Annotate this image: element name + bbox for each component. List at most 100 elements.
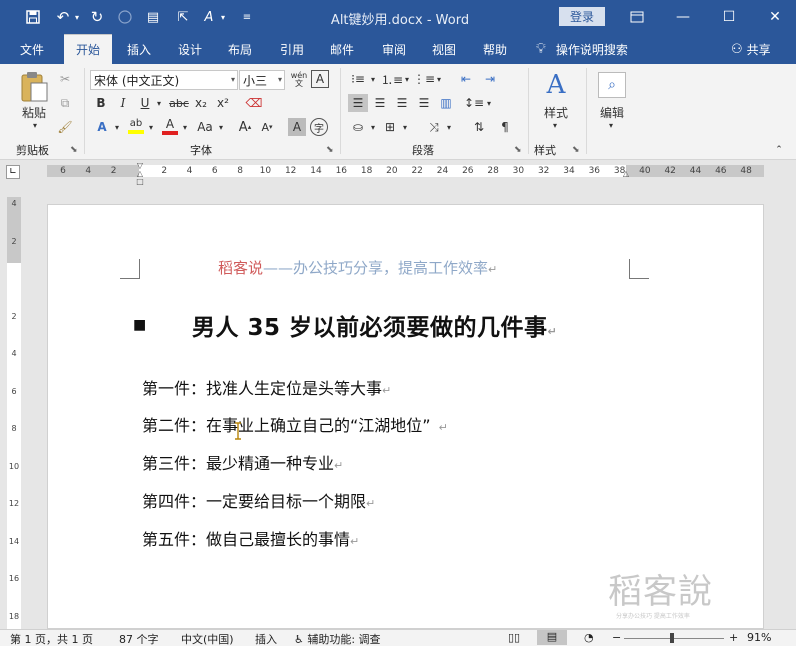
shrink-font-icon[interactable]: A ▾	[258, 118, 276, 136]
dropdown-icon[interactable]: ▾	[484, 94, 494, 112]
collapse-ribbon-icon[interactable]: ⌃	[772, 144, 786, 156]
text-effects-icon[interactable]: A	[92, 118, 112, 136]
bullets-icon[interactable]: ⁝≡	[348, 70, 368, 88]
line-spacing-icon[interactable]: ↕≡	[464, 94, 484, 112]
enclose-character-icon[interactable]: 字	[310, 118, 328, 136]
read-mode-icon[interactable]: ▯▯	[508, 631, 520, 644]
dropdown-icon[interactable]: ▾	[400, 118, 410, 136]
editing-button-label[interactable]: 编辑	[592, 104, 632, 120]
paste-label[interactable]: 粘贴	[14, 104, 54, 120]
tell-me-search[interactable]: 💡︎ 操作说明搜索	[536, 34, 628, 64]
styles-launcher-icon[interactable]: ⬊	[572, 145, 580, 155]
document-heading[interactable]: 男人 35 岁以前必须要做的几件事↵	[192, 308, 557, 342]
decrease-indent-icon[interactable]: ⇤	[456, 70, 476, 88]
login-button[interactable]: 登录	[559, 7, 605, 26]
tab-home[interactable]: 开始	[64, 34, 112, 64]
font-size-combo[interactable]: 小三 ▾	[239, 70, 285, 90]
redo-icon[interactable]: ↻	[86, 6, 108, 28]
zoom-slider-thumb[interactable]	[670, 633, 674, 643]
tab-view[interactable]: 视图	[420, 34, 468, 64]
tab-review[interactable]: 审阅	[370, 34, 418, 64]
page-header[interactable]: 稻客说——办公技巧分享，提高工作效率↵	[218, 257, 497, 278]
subscript-button[interactable]: x₂	[192, 94, 210, 112]
find-icon[interactable]: ⌕	[598, 72, 626, 98]
text-style-icon[interactable]: A	[198, 6, 220, 28]
word-count[interactable]: 87 个字	[119, 631, 159, 646]
vertical-ruler[interactable]: 4 2 2 4 6 8 10 12 14 16 18	[7, 197, 21, 629]
distributed-icon[interactable]: ▥	[436, 94, 456, 112]
list-item[interactable]: 第三件：最少精通一种专业↵	[142, 450, 343, 474]
paragraph-launcher-icon[interactable]: ⬊	[514, 145, 522, 155]
zoom-out-icon[interactable]: −	[612, 631, 621, 644]
dropdown-icon[interactable]: ▾	[216, 118, 226, 136]
highlight-icon[interactable]: ab	[126, 116, 146, 136]
language-indicator[interactable]: 中文(中国)	[181, 631, 234, 646]
clear-formatting-icon[interactable]: ⌫	[244, 94, 264, 112]
selection-icon[interactable]: ⇱	[172, 6, 194, 28]
multilevel-list-icon[interactable]: ⋮≡	[413, 70, 435, 88]
styles-button-label[interactable]: 样式	[536, 104, 576, 120]
print-layout-icon[interactable]: ▤	[537, 630, 567, 645]
borders-icon[interactable]: ⊞	[380, 118, 400, 136]
right-indent-marker-icon[interactable]: △	[621, 166, 631, 180]
font-color-icon[interactable]: A	[160, 116, 180, 136]
minimize-icon[interactable]: —	[668, 6, 698, 28]
character-border-icon[interactable]: A	[311, 70, 329, 88]
align-left-icon[interactable]: ☰	[348, 94, 368, 112]
change-case-button[interactable]: Aa	[194, 118, 216, 136]
paste-icon[interactable]	[16, 70, 52, 104]
numbering-icon[interactable]: ⒈≡	[381, 70, 403, 88]
dropdown-icon[interactable]: ▾	[180, 118, 190, 136]
copy-icon[interactable]: ⧉	[56, 94, 74, 112]
tab-selector-icon[interactable]: ∟	[6, 165, 20, 179]
bold-button[interactable]: B	[92, 94, 110, 112]
strikethrough-button[interactable]: abc	[168, 94, 190, 112]
list-item[interactable]: 第一件：找准人生定位是头等大事↵	[142, 375, 391, 399]
editing-dropdown-icon[interactable]: ▾	[606, 120, 616, 130]
maximize-icon[interactable]: ☐	[714, 6, 744, 28]
styles-icon[interactable]: A	[538, 70, 574, 100]
character-shading-icon[interactable]: A	[288, 118, 306, 136]
align-right-icon[interactable]: ☰	[392, 94, 412, 112]
increase-indent-icon[interactable]: ⇥	[480, 70, 500, 88]
indent-marker-icon[interactable]: ▽ △ □	[135, 162, 145, 186]
dropdown-icon[interactable]: ▾	[368, 118, 378, 136]
styles-dropdown-icon[interactable]: ▾	[550, 120, 560, 130]
save-icon[interactable]	[22, 6, 44, 28]
page-count[interactable]: 第 1 页，共 1 页	[10, 631, 93, 646]
justify-icon[interactable]: ☰	[414, 94, 434, 112]
align-center-icon[interactable]: ☰	[370, 94, 390, 112]
document-page[interactable]: 稻客说——办公技巧分享，提高工作效率↵ ■ 男人 35 岁以前必须要做的几件事↵…	[47, 204, 764, 629]
format-painter-icon[interactable]: 🖌︎	[56, 118, 74, 136]
close-icon[interactable]: ✕	[760, 6, 790, 28]
customize-toolbar-icon[interactable]: ≡	[240, 6, 254, 28]
sort-icon[interactable]: ⤨	[424, 118, 444, 136]
dropdown-icon[interactable]: ▾	[146, 118, 156, 136]
tab-file[interactable]: 文件	[8, 34, 56, 64]
dropdown-icon[interactable]: ▾	[368, 70, 378, 88]
tab-design[interactable]: 设计	[166, 34, 214, 64]
document-icon[interactable]: ▤	[142, 6, 164, 28]
list-item[interactable]: 第二件：在事业上确立自己的“江湖地位” ↵	[142, 412, 448, 436]
tab-references[interactable]: 引用	[268, 34, 316, 64]
tab-insert[interactable]: 插入	[115, 34, 163, 64]
tab-mailings[interactable]: 邮件	[318, 34, 366, 64]
dropdown-icon[interactable]: ▾	[112, 118, 122, 136]
tab-layout[interactable]: 布局	[216, 34, 264, 64]
zoom-level[interactable]: 91%	[747, 631, 771, 644]
zoom-in-icon[interactable]: +	[729, 631, 738, 644]
cut-icon[interactable]: ✂	[56, 70, 74, 88]
accessibility-status[interactable]: ♿︎ 辅助功能: 调查	[294, 631, 381, 646]
sort-az-icon[interactable]: ⇅	[470, 118, 488, 136]
circle-icon[interactable]	[114, 6, 136, 28]
font-name-combo[interactable]: 宋体 (中文正文) ▾	[90, 70, 238, 90]
underline-button[interactable]: U	[136, 94, 154, 112]
dropdown-icon[interactable]: ▾	[218, 6, 228, 28]
list-item[interactable]: 第五件：做自己最擅长的事情↵	[142, 526, 359, 550]
font-launcher-icon[interactable]: ⬊	[326, 145, 334, 155]
clipboard-launcher-icon[interactable]: ⬊	[70, 145, 78, 155]
dropdown-icon[interactable]: ▾	[444, 118, 454, 136]
horizontal-ruler[interactable]: 6 4 2 2 4 6 8 10 12 14 16 18 20 22 24 26 28 30 32 34 36 38 40 4…	[47, 165, 764, 177]
insert-mode[interactable]: 插入	[255, 631, 277, 646]
grow-font-icon[interactable]: A ▴	[236, 118, 254, 136]
